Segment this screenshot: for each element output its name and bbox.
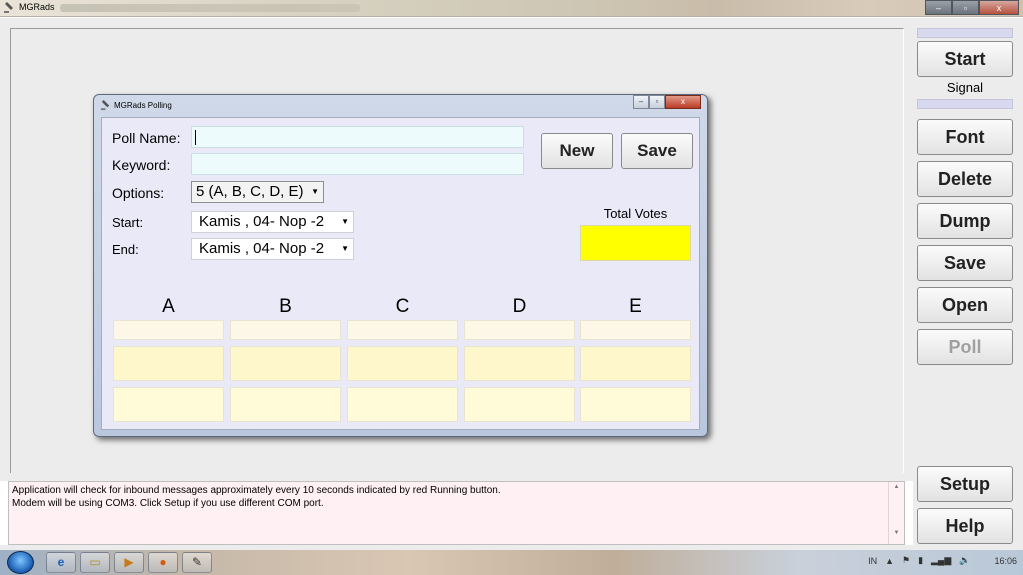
options-label: Options: xyxy=(112,185,165,201)
ie-icon[interactable]: e xyxy=(46,552,76,573)
chevron-down-icon: ▼ xyxy=(311,187,319,196)
dialog-minimize-button[interactable]: – xyxy=(633,95,649,109)
signal-label: Signal xyxy=(946,80,984,95)
keyword-label: Keyword: xyxy=(112,157,171,173)
message-scrollbar[interactable]: ▲ ▼ xyxy=(888,482,904,544)
system-tray: IN ▲ ⚑ ▮ ▂▄▆ 🔈 16:06 xyxy=(868,555,1017,566)
option-e-votes xyxy=(580,346,691,381)
clock[interactable]: 16:06 xyxy=(994,556,1017,566)
dialog-close-button[interactable]: x xyxy=(665,95,701,109)
chevron-down-icon: ▼ xyxy=(338,239,349,259)
dialog-icon xyxy=(100,100,110,111)
delete-button[interactable]: Delete xyxy=(917,161,1013,197)
keyword-input[interactable] xyxy=(191,153,524,175)
total-votes-label: Total Votes xyxy=(603,206,668,221)
option-b-text[interactable] xyxy=(230,320,341,340)
column-header-a: A xyxy=(162,296,175,317)
window-controls: – ▫ x xyxy=(925,0,1019,15)
option-b-votes xyxy=(230,346,341,381)
minimize-button[interactable]: – xyxy=(925,0,952,15)
column-header-e: E xyxy=(629,296,642,317)
folder-icon[interactable]: ▭ xyxy=(80,552,110,573)
poll-name-input[interactable] xyxy=(191,126,524,148)
scroll-up-icon[interactable]: ▲ xyxy=(889,484,904,490)
dialog-save-button[interactable]: Save xyxy=(621,133,693,169)
start-date-value: Kamis , 04- Nop -2 xyxy=(199,213,325,230)
chevron-down-icon: ▼ xyxy=(338,212,349,232)
windows-start-icon[interactable] xyxy=(7,551,34,574)
close-button[interactable]: x xyxy=(979,0,1019,15)
poll-button[interactable]: Poll xyxy=(917,329,1013,365)
firefox-icon[interactable]: ● xyxy=(148,552,178,573)
message-log[interactable]: Application will check for inbound messa… xyxy=(8,481,905,545)
scroll-down-icon[interactable]: ▼ xyxy=(889,530,904,536)
option-e-text[interactable] xyxy=(580,320,691,340)
mgrads-taskbar-icon[interactable]: ✎ xyxy=(182,552,212,573)
network-icon[interactable]: ▂▄▆ xyxy=(931,555,951,566)
poll-name-label: Poll Name: xyxy=(112,130,181,146)
status-bar-top xyxy=(917,28,1013,38)
dialog-controls: – ▫ x xyxy=(633,95,701,110)
battery-icon[interactable]: ▮ xyxy=(918,555,923,566)
signal-indicator xyxy=(917,99,1013,109)
font-button[interactable]: Font xyxy=(917,119,1013,155)
message-line-2: Modem will be using COM3. Click Setup if… xyxy=(12,498,324,509)
column-header-c: C xyxy=(395,296,410,317)
options-value: 5 (A, B, C, D, E) xyxy=(196,183,304,200)
option-b-percent xyxy=(230,387,341,422)
option-d-votes xyxy=(464,346,575,381)
dialog-title: MGRads Polling xyxy=(114,101,172,110)
window-title: MGRads xyxy=(19,2,55,12)
column-header-d: D xyxy=(512,296,527,317)
option-c-text[interactable] xyxy=(347,320,458,340)
total-votes-display xyxy=(580,225,691,261)
open-button[interactable]: Open xyxy=(917,287,1013,323)
taskbar: e ▭ ▶ ● ✎ IN ▲ ⚑ ▮ ▂▄▆ 🔈 16:06 xyxy=(0,550,1023,575)
column-header-b: B xyxy=(279,296,292,317)
option-d-percent xyxy=(464,387,575,422)
option-a-text[interactable] xyxy=(113,320,224,340)
option-e-percent xyxy=(580,387,691,422)
option-a-votes xyxy=(113,346,224,381)
setup-button[interactable]: Setup xyxy=(917,466,1013,502)
volume-icon[interactable]: 🔈 xyxy=(959,555,970,566)
tray-expand-icon[interactable]: ▲ xyxy=(885,556,894,566)
help-button[interactable]: Help xyxy=(917,508,1013,544)
end-date-value: Kamis , 04- Nop -2 xyxy=(199,240,325,257)
dialog-maximize-button[interactable]: ▫ xyxy=(649,95,665,109)
option-d-text[interactable] xyxy=(464,320,575,340)
flag-icon[interactable]: ⚑ xyxy=(902,555,910,566)
end-label: End: xyxy=(112,242,139,257)
right-toolbar: Start Signal Font Delete Dump Save Open … xyxy=(913,18,1023,550)
message-line-1: Application will check for inbound messa… xyxy=(12,485,501,496)
start-date-select[interactable]: Kamis , 04- Nop -2 ▼ xyxy=(191,211,354,233)
dialog-body: Poll Name: Keyword: Options: 5 (A, B, C,… xyxy=(101,117,700,430)
media-player-icon[interactable]: ▶ xyxy=(114,552,144,573)
maximize-button[interactable]: ▫ xyxy=(952,0,979,15)
polling-dialog: MGRads Polling – ▫ x Poll Name: Keyword:… xyxy=(93,94,708,437)
end-date-select[interactable]: Kamis , 04- Nop -2 ▼ xyxy=(191,238,354,260)
start-label: Start: xyxy=(112,215,144,230)
new-button[interactable]: New xyxy=(541,133,613,169)
option-a-percent xyxy=(113,387,224,422)
dump-button[interactable]: Dump xyxy=(917,203,1013,239)
title-bar: MGRads – ▫ x xyxy=(0,0,1023,17)
option-c-percent xyxy=(347,387,458,422)
start-button[interactable]: Start xyxy=(917,41,1013,77)
save-button[interactable]: Save xyxy=(917,245,1013,281)
app-icon xyxy=(4,2,13,13)
title-blur xyxy=(60,4,360,12)
option-c-votes xyxy=(347,346,458,381)
language-indicator[interactable]: IN xyxy=(868,556,877,566)
options-select[interactable]: 5 (A, B, C, D, E) ▼ xyxy=(191,181,324,203)
